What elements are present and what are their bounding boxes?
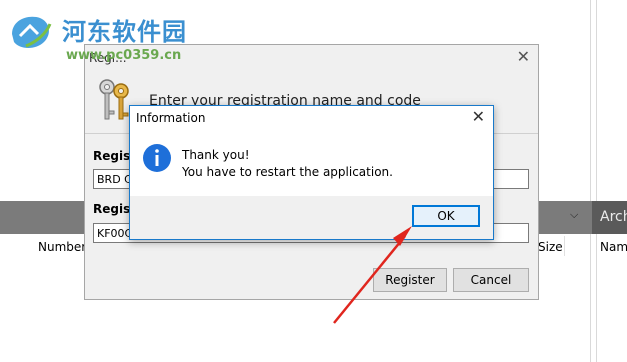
annotation-arrow-icon (333, 226, 412, 324)
